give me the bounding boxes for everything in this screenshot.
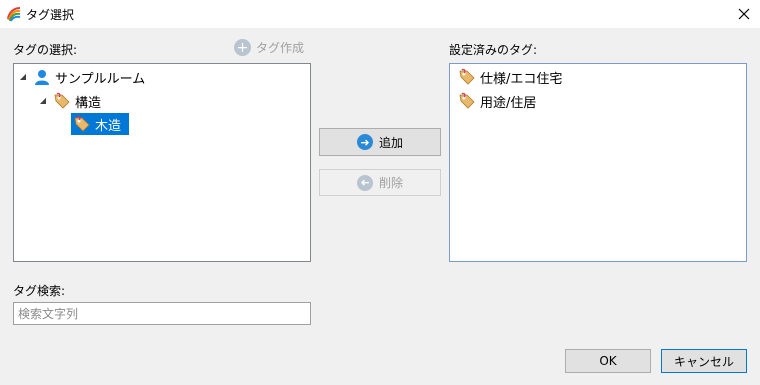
expand-arrow-icon[interactable]: ◢ [37, 95, 49, 107]
close-button[interactable] [734, 4, 754, 24]
tag-icon [74, 115, 90, 132]
tag-tree[interactable]: ◢ サンプルルーム ◢ 構造 木造 [13, 63, 311, 262]
tag-select-label: タグの選択: [13, 43, 78, 57]
tag-icon [54, 92, 70, 109]
tree-node-child[interactable]: ◢ 構造 [37, 91, 101, 111]
assigned-tags-label: 設定済みのタグ: [449, 43, 538, 57]
user-icon [35, 70, 49, 85]
tag-search-label: タグ検索: [13, 284, 66, 298]
tag-icon [459, 68, 475, 85]
list-item[interactable]: 用途/住居 [458, 91, 536, 111]
create-tag-label: タグ作成 [256, 41, 305, 55]
assigned-tags-list[interactable]: 仕様/エコ住宅 用途/住居 [449, 63, 747, 262]
cancel-button[interactable]: キャンセル [661, 349, 747, 373]
ok-button[interactable]: OK [565, 349, 651, 373]
tag-search-input[interactable] [13, 302, 311, 325]
tree-node-root[interactable]: ◢ サンプルルーム [17, 67, 145, 87]
add-button-label: 追加 [378, 135, 403, 150]
tree-node-label: 木造 [95, 118, 122, 134]
arrow-left-icon: ➜ [356, 174, 373, 191]
remove-button[interactable]: ➜ 削除 [319, 169, 441, 196]
app-logo-icon [7, 7, 21, 22]
close-icon [738, 8, 750, 20]
title-bar: タグ選択 [0, 0, 760, 28]
add-button[interactable]: ➜ 追加 [319, 128, 441, 156]
expand-arrow-icon[interactable]: ◢ [17, 71, 29, 83]
list-item-label: 仕様/エコ住宅 [480, 71, 563, 87]
tree-node-selected[interactable]: 木造 [71, 113, 130, 135]
arrow-right-icon: ➜ [356, 134, 373, 150]
list-item-label: 用途/住居 [480, 95, 537, 111]
create-tag-button[interactable]: + タグ作成 [234, 39, 304, 56]
tree-node-label: サンプルルーム [55, 71, 146, 87]
tree-node-label: 構造 [75, 95, 102, 111]
tag-icon [459, 92, 475, 109]
window-title: タグ選択 [26, 8, 75, 22]
list-item[interactable]: 仕様/エコ住宅 [458, 67, 562, 87]
remove-button-label: 削除 [378, 176, 403, 190]
plus-icon: + [234, 39, 251, 56]
